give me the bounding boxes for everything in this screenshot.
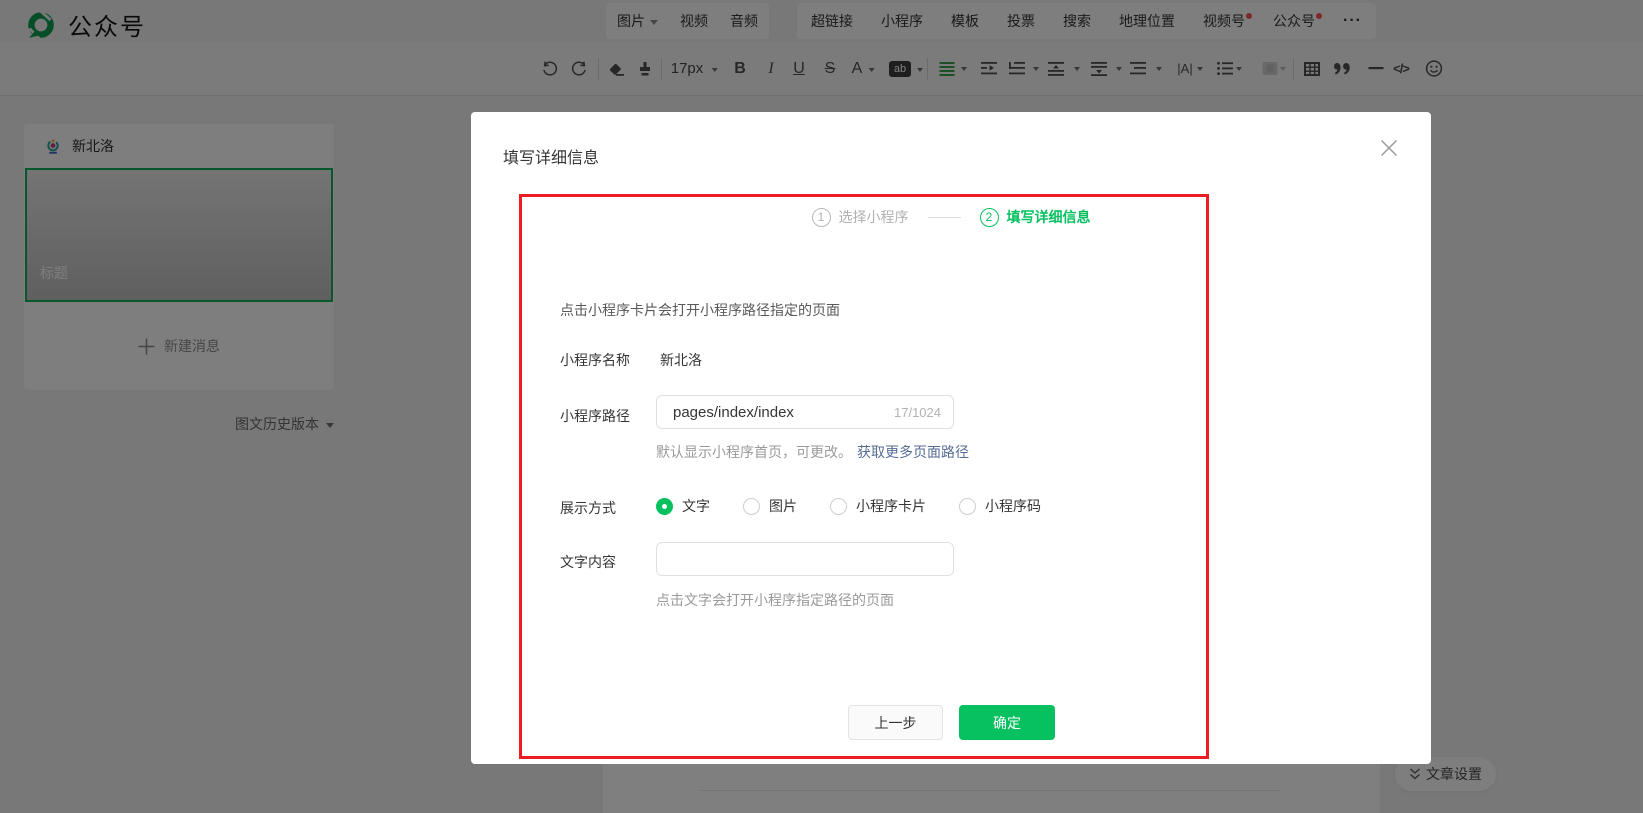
- get-more-paths-link[interactable]: 获取更多页面路径: [857, 444, 969, 460]
- miniprogram-detail-dialog: 填写详细信息 1 选择小程序 2 填写详细信息 点击小程序卡片会打开小程序路径指…: [471, 112, 1431, 764]
- display-mode-options: 文字 图片 小程序卡片 小程序码: [656, 496, 1074, 516]
- miniprogram-name-value: 新北洛: [660, 350, 702, 370]
- text-content-input[interactable]: [656, 542, 954, 576]
- char-counter: 17/1024: [894, 405, 941, 420]
- radio-unselected-icon: [959, 498, 976, 515]
- text-content-hint: 点击文字会打开小程序指定路径的页面: [656, 590, 894, 610]
- step-select-miniprogram: 1 选择小程序: [812, 207, 909, 227]
- path-input-value: pages/index/index: [673, 404, 894, 421]
- path-hint-text: 默认显示小程序首页，可更改。: [656, 444, 852, 460]
- miniprogram-path-label: 小程序路径: [560, 406, 630, 426]
- dialog-hint: 点击小程序卡片会打开小程序路径指定的页面: [560, 300, 840, 320]
- text-content-label: 文字内容: [560, 552, 616, 572]
- steps-indicator: 1 选择小程序 2 填写详细信息: [471, 207, 1431, 227]
- step-fill-details: 2 填写详细信息: [980, 207, 1091, 227]
- step-number: 1: [812, 208, 831, 227]
- confirm-button[interactable]: 确定: [959, 705, 1055, 740]
- radio-text[interactable]: 文字: [656, 496, 710, 516]
- radio-selected-icon: [656, 498, 673, 515]
- radio-unselected-icon: [830, 498, 847, 515]
- radio-image[interactable]: 图片: [743, 496, 797, 516]
- radio-miniprogram-card[interactable]: 小程序卡片: [830, 496, 926, 516]
- step-connector: [928, 217, 961, 218]
- dialog-title: 填写详细信息: [503, 144, 599, 168]
- miniprogram-path-input[interactable]: pages/index/index 17/1024: [656, 395, 954, 429]
- annotation-highlight-box: [519, 194, 1209, 759]
- display-mode-label: 展示方式: [560, 498, 616, 518]
- step-number: 2: [980, 208, 999, 227]
- close-icon[interactable]: [1380, 139, 1398, 157]
- previous-step-button[interactable]: 上一步: [848, 705, 943, 740]
- radio-miniprogram-code[interactable]: 小程序码: [959, 496, 1041, 516]
- wechat-mp-editor: 公众号 图片 视频 音频 超链接 小程序 模板 投票 搜索 地理位置 视频号 公…: [0, 0, 1643, 813]
- miniprogram-name-label: 小程序名称: [560, 350, 630, 370]
- path-hint: 默认显示小程序首页，可更改。获取更多页面路径: [656, 442, 969, 462]
- radio-unselected-icon: [743, 498, 760, 515]
